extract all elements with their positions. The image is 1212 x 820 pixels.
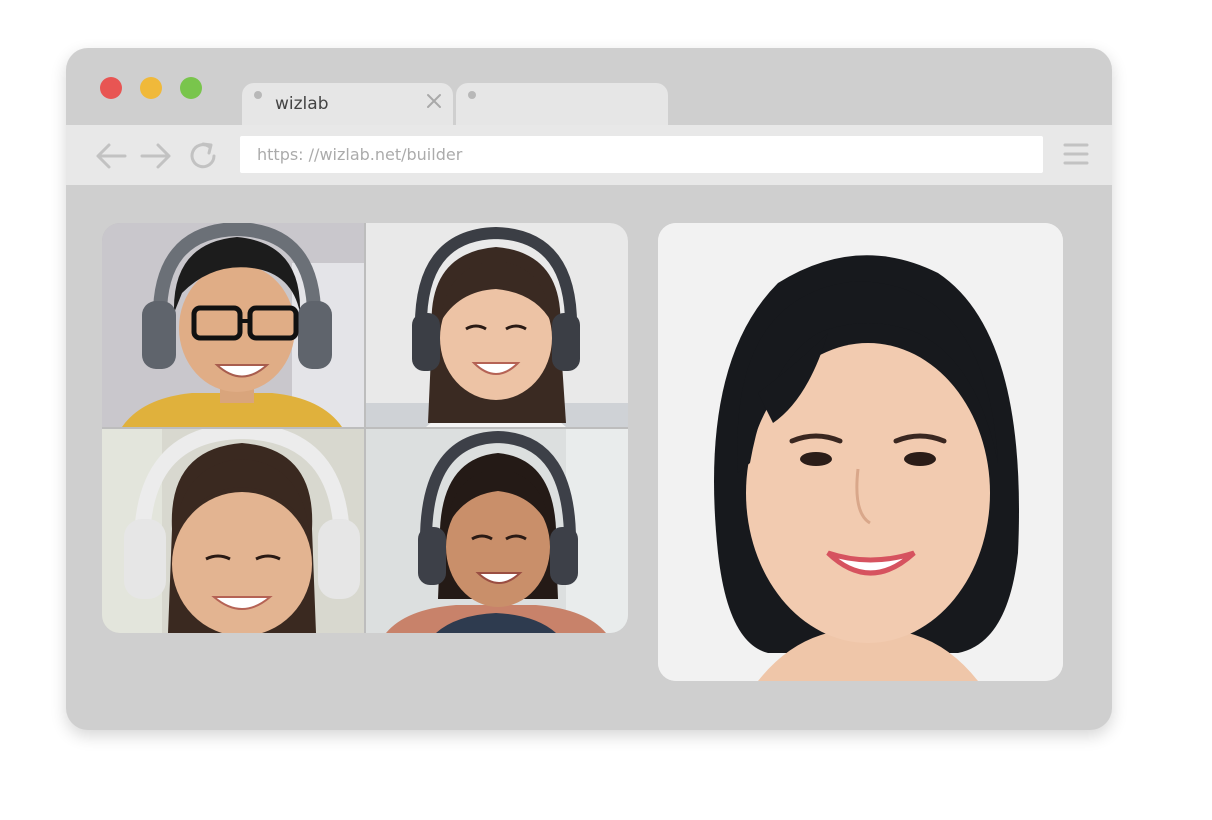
tab-favicon-icon: [254, 91, 262, 99]
participant-video-tile[interactable]: [102, 429, 364, 633]
student-portrait: [102, 223, 364, 427]
arrow-right-icon: [140, 143, 171, 169]
browser-toolbar: https: //wizlab.net/builder: [66, 125, 1112, 185]
student-portrait: [366, 429, 628, 633]
teacher-portrait: [658, 223, 1063, 681]
participant-video-tile[interactable]: [102, 223, 364, 427]
page-content: [66, 185, 1112, 730]
forward-button[interactable]: [139, 140, 173, 172]
address-bar[interactable]: https: //wizlab.net/builder: [240, 136, 1043, 173]
main-speaker-video[interactable]: [658, 223, 1063, 681]
reload-button[interactable]: [187, 140, 221, 172]
maximize-window-button[interactable]: [180, 77, 202, 99]
close-icon[interactable]: [425, 92, 443, 110]
tab-wizlab[interactable]: wizlab: [242, 83, 453, 125]
tab-new[interactable]: [456, 83, 668, 125]
back-button[interactable]: [94, 140, 128, 172]
close-window-button[interactable]: [100, 77, 122, 99]
browser-window: wizlab https: //wizlab.net/builder: [66, 48, 1112, 730]
minimize-window-button[interactable]: [140, 77, 162, 99]
url-text: https: //wizlab.net/builder: [257, 145, 463, 164]
student-portrait: [102, 429, 364, 633]
tab-favicon-icon: [468, 91, 476, 99]
participants-grid: [102, 223, 628, 633]
student-portrait: [366, 223, 628, 427]
participant-video-tile[interactable]: [366, 429, 628, 633]
hamburger-menu-icon[interactable]: [1062, 139, 1090, 169]
arrow-left-icon: [96, 143, 127, 169]
participant-video-tile[interactable]: [366, 223, 628, 427]
tab-title: wizlab: [275, 94, 329, 114]
title-bar: wizlab: [66, 48, 1112, 125]
reload-icon: [190, 142, 216, 169]
